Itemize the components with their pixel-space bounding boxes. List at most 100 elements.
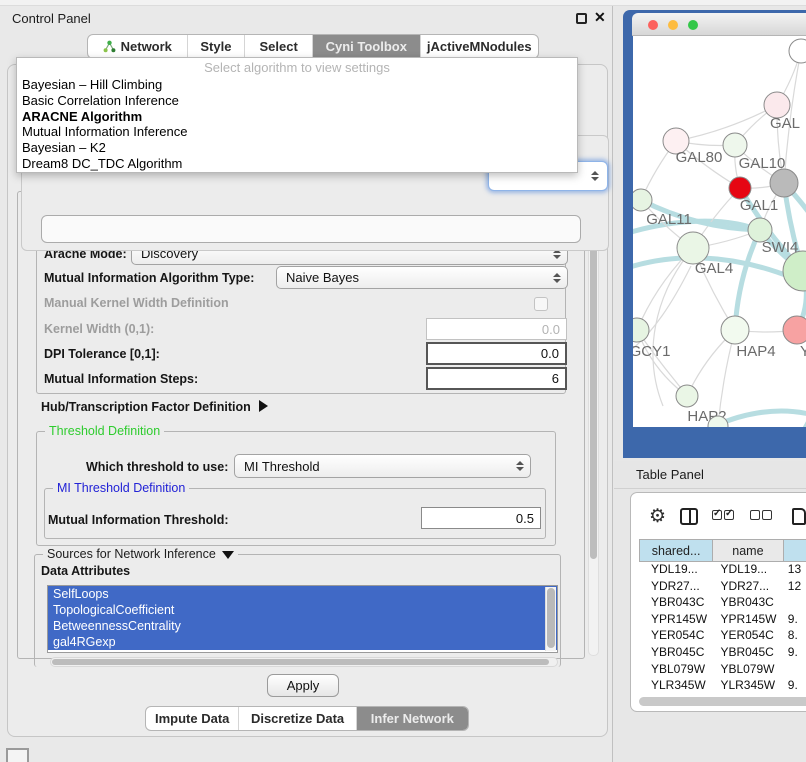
tab-impute-data[interactable]: Impute Data — [146, 707, 239, 730]
network-node-hap4[interactable] — [721, 316, 749, 344]
export-table-icon[interactable] — [792, 508, 806, 525]
table-header-row: shared...name — [639, 539, 806, 562]
network-window-titlebar[interactable] — [632, 13, 806, 36]
spinner-arrows-icon — [591, 171, 599, 181]
network-view-window[interactable]: GALGAL80GAL10GAL1GAL11GAL4SWI4GCY1HAP4YH… — [623, 10, 806, 458]
table-row[interactable]: YDR27...YDR27...12 — [639, 579, 806, 596]
spinner-arrows-icon — [553, 273, 561, 283]
algorithm-option-aracne-algorithm[interactable]: ARACNE Algorithm — [17, 109, 577, 125]
algorithm-option-mutual-information-inference[interactable]: Mutual Information Inference — [17, 124, 577, 140]
data-attributes-list[interactable]: SelfLoopsTopologicalCoefficientBetweenne… — [47, 585, 558, 653]
network-node-y[interactable] — [783, 316, 806, 344]
table-row[interactable]: YDL19...YDL19...13 — [639, 562, 806, 579]
column-header-shared...[interactable]: shared... — [639, 539, 712, 562]
network-node-gal10[interactable] — [723, 133, 747, 157]
tab-cyni-toolbox[interactable]: Cyni Toolbox — [313, 35, 421, 58]
control-panel-tabbar: NetworkStyleSelectCyni ToolboxjActiveMNo… — [87, 34, 539, 59]
attributes-horizontal-scrollbar[interactable] — [50, 657, 558, 667]
algorithm-option-dream8-dc-tdc-algorithm[interactable]: Dream8 DC_TDC Algorithm — [17, 156, 577, 172]
mac-minimize-button[interactable] — [668, 20, 678, 30]
mi-algorithm-type-select[interactable]: Naive Bayes — [276, 266, 568, 289]
attribute-item-selfloops[interactable]: SelfLoops — [48, 586, 557, 602]
dropdown-placeholder: Select algorithm to view settings — [17, 58, 577, 77]
tab-select[interactable]: Select — [245, 35, 313, 58]
table-data-combobox[interactable] — [41, 215, 581, 243]
threshold-definition-title: Threshold Definition — [45, 424, 164, 438]
tab-infer-network[interactable]: Infer Network — [357, 707, 468, 730]
table-panel-header: Table Panel — [614, 461, 806, 489]
panel-title: Control Panel — [12, 11, 91, 26]
table-panel: ⚙ shared...name YDL19...YDL19...13YDR27.… — [630, 492, 806, 712]
attribute-item-betweennesscentrality[interactable]: BetweennessCentrality — [48, 618, 557, 634]
select-all-checkboxes-icon[interactable] — [712, 507, 736, 525]
mac-close-button[interactable] — [648, 20, 658, 30]
network-canvas[interactable]: GALGAL80GAL10GAL1GAL11GAL4SWI4GCY1HAP4YH… — [633, 36, 806, 427]
kernel-width-input[interactable]: 0.0 — [426, 318, 567, 340]
node-label-gcy1: GCY1 — [633, 343, 670, 360]
table-row[interactable]: YBL079WYBL079W — [639, 662, 806, 679]
network-node-gal11[interactable] — [633, 189, 652, 211]
network-node-gcy1[interactable] — [633, 318, 649, 342]
node-table: shared...name YDL19...YDL19...13YDR27...… — [639, 539, 806, 711]
table-row[interactable]: YLR345WYLR345W9. — [639, 678, 806, 695]
columns-icon[interactable] — [680, 508, 698, 525]
node-label-gal1: GAL1 — [740, 197, 778, 214]
sources-title[interactable]: Sources for Network Inference — [43, 547, 238, 561]
table-row[interactable]: YBR045CYBR045C9. — [639, 645, 806, 662]
tab-jactivemnodules[interactable]: jActiveMNodules — [421, 35, 538, 58]
network-node-gal1[interactable] — [729, 177, 751, 199]
control-panel-header: Control Panel ✕ — [0, 8, 613, 30]
hub-definition-disclosure[interactable]: Hub/Transcription Factor Definition — [41, 400, 268, 414]
algorithm-option-bayesian-hill-climbing[interactable]: Bayesian – Hill Climbing — [17, 77, 577, 93]
spinner-arrows-icon — [516, 461, 524, 471]
application-window: Control Panel ✕ NetworkStyleSelectCyni T… — [0, 0, 806, 762]
algorithm-option-bayesian-k2[interactable]: Bayesian – K2 — [17, 140, 577, 156]
mi-threshold-label: Mutual Information Threshold: — [48, 513, 229, 527]
algorithm-option-basic-correlation-inference[interactable]: Basic Correlation Inference — [17, 93, 577, 109]
float-panel-icon[interactable] — [576, 13, 587, 24]
control-panel: Control Panel ✕ NetworkStyleSelectCyni T… — [0, 0, 613, 762]
node-label-gal11: GAL11 — [646, 211, 692, 228]
table-row[interactable]: YER054CYER054C8. — [639, 628, 806, 645]
table-row[interactable]: YBR043CYBR043C — [639, 595, 806, 612]
network-edge[interactable] — [676, 105, 777, 141]
top-divider — [0, 0, 806, 6]
settings-vertical-scrollbar[interactable] — [588, 192, 599, 656]
dock-grip-icon[interactable] — [6, 748, 29, 762]
attribute-item-topologicalcoefficient[interactable]: TopologicalCoefficient — [48, 602, 557, 618]
dpi-tolerance-label: DPI Tolerance [0,1]: — [44, 347, 160, 361]
mi-steps-input[interactable]: 6 — [426, 367, 567, 390]
mi-algorithm-type-label: Mutual Information Algorithm Type: — [44, 271, 254, 285]
close-panel-icon[interactable]: ✕ — [594, 9, 606, 26]
mi-threshold-input[interactable]: 0.5 — [421, 507, 541, 529]
dpi-tolerance-input[interactable]: 0.0 — [426, 342, 567, 365]
attributes-vertical-scrollbar[interactable] — [545, 587, 556, 651]
manual-kernel-width-checkbox[interactable] — [534, 297, 548, 311]
network-edge[interactable] — [653, 248, 693, 406]
node-label-gal4: GAL4 — [695, 260, 733, 277]
which-threshold-select[interactable]: MI Threshold — [234, 454, 531, 478]
deselect-checkboxes-icon[interactable] — [750, 507, 774, 525]
attribute-item-gal4rgexp[interactable]: gal4RGexp — [48, 634, 557, 650]
node-label-gal80: GAL80 — [676, 149, 723, 166]
table-panel-title: Table Panel — [636, 467, 704, 482]
network-node[interactable] — [770, 169, 798, 197]
network-graph[interactable]: GALGAL80GAL10GAL1GAL11GAL4SWI4GCY1HAP4YH… — [633, 36, 806, 427]
table-horizontal-scrollbar[interactable] — [639, 697, 806, 706]
gear-icon[interactable]: ⚙ — [649, 507, 666, 526]
network-edge-thick[interactable] — [735, 230, 760, 330]
mi-steps-label: Mutual Information Steps: — [44, 372, 198, 386]
mac-zoom-button[interactable] — [688, 20, 698, 30]
network-node[interactable] — [789, 39, 806, 63]
table-row[interactable]: YPR145WYPR145W9. — [639, 612, 806, 629]
apply-button[interactable]: Apply — [267, 674, 339, 697]
tab-style[interactable]: Style — [188, 35, 246, 58]
tab-discretize-data[interactable]: Discretize Data — [239, 707, 356, 730]
node-label-gal10: GAL10 — [739, 155, 786, 172]
table-toolbar: ⚙ — [631, 501, 806, 531]
network-node-hap2[interactable] — [676, 385, 698, 407]
column-header-name[interactable]: name — [712, 539, 782, 562]
tab-network[interactable]: Network — [88, 35, 188, 58]
mi-threshold-definition-title: MI Threshold Definition — [53, 481, 189, 495]
column-header-clipped[interactable] — [783, 539, 806, 562]
